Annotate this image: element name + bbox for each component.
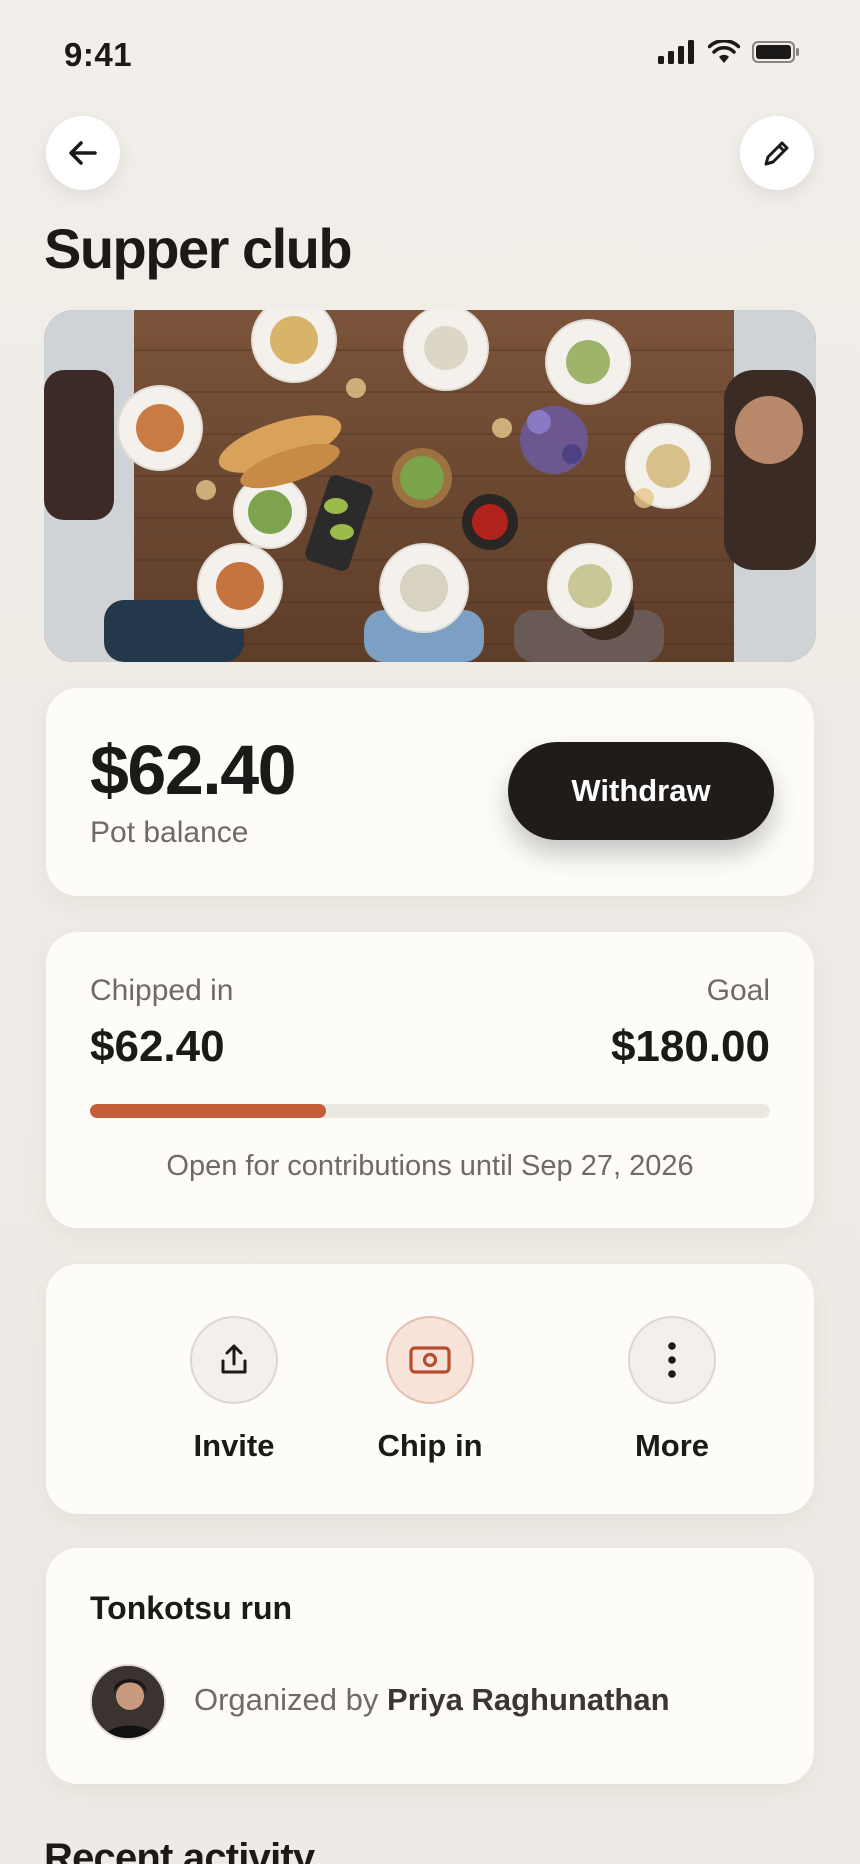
arrow-left-icon xyxy=(69,141,97,165)
back-button[interactable] xyxy=(46,116,120,190)
share-icon xyxy=(221,1344,247,1374)
status-bar: 9:41 xyxy=(0,0,860,110)
balance-card: $62.40 Pot balance Withdraw xyxy=(46,688,814,896)
goal-label: Goal xyxy=(706,974,770,1007)
battery-icon xyxy=(752,41,799,63)
signal-icon xyxy=(658,40,694,64)
organizer-card[interactable]: Tonkotsu run Organized by Priya Raghunat… xyxy=(46,1548,814,1784)
chip-in-label: Chip in xyxy=(377,1428,483,1463)
hero-image xyxy=(44,310,816,662)
chipped-in-amount: $62.40 xyxy=(90,1022,225,1071)
organizer-card-title: Tonkotsu run xyxy=(90,1590,293,1626)
contribution-deadline: Open for contributions until Sep 27, 202… xyxy=(166,1150,694,1182)
organizer-name[interactable]: Priya Raghunathan xyxy=(387,1682,670,1717)
edit-button[interactable] xyxy=(740,116,814,190)
more-icon-circle xyxy=(628,1316,716,1404)
more-vertical-icon xyxy=(668,1342,676,1378)
pot-balance-label: Pot balance xyxy=(90,816,249,849)
organizer-avatar-image xyxy=(92,1666,164,1738)
avatar xyxy=(90,1664,166,1740)
more-label: More xyxy=(634,1428,710,1463)
wifi-icon xyxy=(708,40,740,63)
dinner-table-photo xyxy=(44,310,816,662)
chipped-in-label: Chipped in xyxy=(90,974,234,1007)
page-title: Supper club xyxy=(44,217,353,280)
chip-in-action[interactable]: Chip in xyxy=(330,1316,530,1464)
invite-label: Invite xyxy=(193,1428,275,1463)
progress-bar xyxy=(90,1104,770,1118)
pot-balance-amount: $62.40 xyxy=(90,731,297,809)
more-action[interactable]: More xyxy=(572,1316,772,1464)
progress-bar-fill xyxy=(90,1104,326,1118)
status-time: 9:41 xyxy=(64,36,133,73)
invite-action[interactable]: Invite xyxy=(134,1316,334,1464)
actions-card: Invite Chip in More xyxy=(46,1264,814,1514)
pot-details-screen: 9:41 Supper club $62.40 Pot balance With… xyxy=(0,0,860,1864)
chip-in-icon-circle xyxy=(386,1316,474,1404)
recent-activity-heading: Recent activity xyxy=(44,1836,315,1864)
organized-by-prefix: Organized by xyxy=(194,1682,379,1717)
invite-icon-circle xyxy=(190,1316,278,1404)
pencil-icon xyxy=(764,141,789,166)
goal-amount: $180.00 xyxy=(610,1022,770,1071)
withdraw-button[interactable]: Withdraw xyxy=(508,742,774,840)
cash-icon xyxy=(409,1346,451,1374)
organized-by-line: Organized by Priya Raghunathan xyxy=(194,1682,670,1718)
progress-card: Chipped in $62.40 Goal $180.00 Open for … xyxy=(46,932,814,1228)
status-icons xyxy=(658,40,800,64)
